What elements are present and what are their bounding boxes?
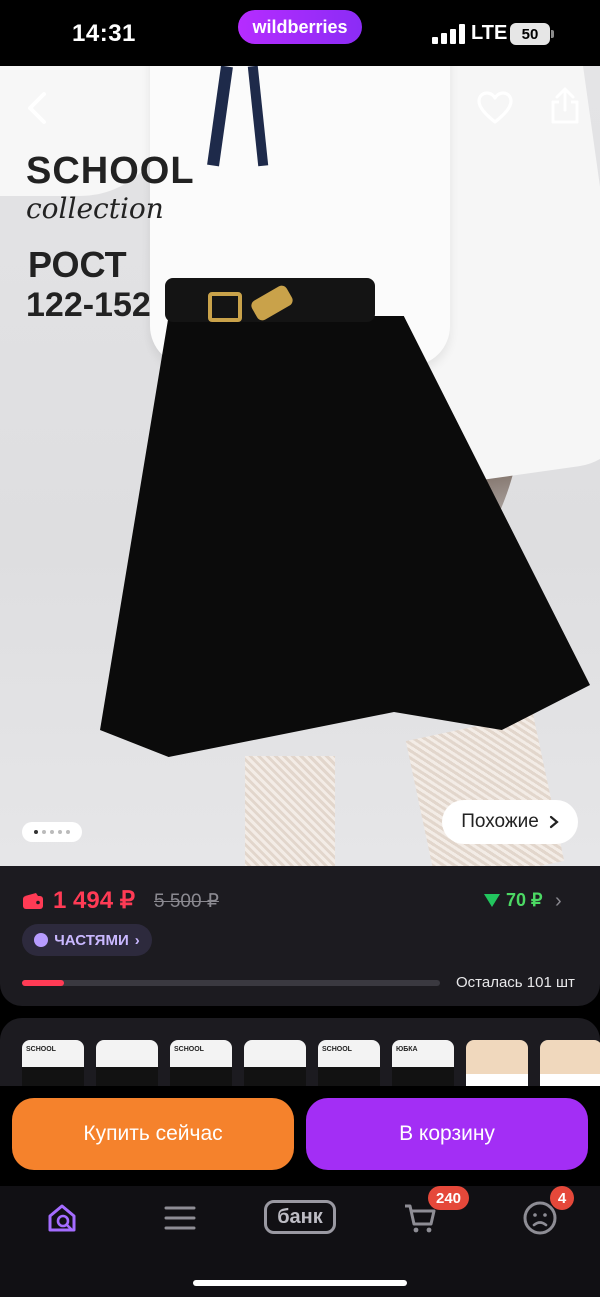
tab-home[interactable] — [40, 1198, 84, 1238]
pager-dot — [58, 830, 62, 834]
product-image[interactable]: SCHOOL collection РОСТ 122-152 Похожие — [0, 66, 600, 866]
chevron-right-icon: › — [134, 931, 140, 949]
signal-icon — [432, 24, 466, 44]
status-bar: 14:31 wildberries LTE 50 — [0, 0, 600, 66]
similar-label: Похожие — [461, 811, 539, 832]
banner-title: SCHOOL — [26, 150, 195, 192]
cashback-button[interactable]: 70 ₽ — [484, 890, 542, 911]
chevron-left-icon — [28, 92, 46, 124]
current-price: 1 494 ₽ — [53, 887, 135, 914]
cashback-value: 70 ₽ — [506, 890, 543, 910]
home-search-icon — [48, 1204, 76, 1232]
similar-button[interactable]: Похожие — [442, 800, 578, 844]
action-bar: Купить сейчас В корзину — [0, 1086, 600, 1186]
back-button[interactable] — [20, 88, 56, 128]
cart-badge: 240 — [428, 1186, 470, 1210]
image-pager[interactable] — [22, 822, 82, 842]
chevron-right-icon[interactable]: › — [555, 890, 562, 913]
pager-dot — [34, 830, 38, 834]
menu-icon — [164, 1206, 196, 1230]
thumbnail-caption: SCHOOL — [26, 1046, 56, 1053]
battery-tip — [551, 30, 554, 38]
stock-progress-fill — [22, 980, 64, 986]
battery-icon: 50 — [510, 23, 550, 45]
share-icon — [551, 87, 579, 124]
thumbnail-caption: SCHOOL — [174, 1046, 204, 1053]
banner-height-label: РОСТ — [28, 244, 127, 285]
tab-bar: банк 240 4 — [0, 1186, 600, 1297]
stock-remaining: Осталась 101 шт — [456, 974, 575, 991]
buckle-shape — [208, 292, 242, 322]
thumbnail-caption: ЮБКА — [396, 1046, 418, 1053]
chevron-right-icon — [549, 815, 559, 829]
status-time: 14:31 — [72, 20, 136, 47]
wallet-icon — [23, 893, 43, 909]
arrow-down-icon — [484, 894, 500, 907]
buy-now-button[interactable]: Купить сейчас — [12, 1098, 294, 1170]
banner-height-range: 122-152 — [26, 286, 151, 324]
stock-progress — [22, 980, 440, 986]
pager-dot — [66, 830, 70, 834]
pie-icon — [34, 933, 49, 947]
heart-icon — [477, 91, 513, 124]
old-price: 5 500 ₽ — [154, 891, 219, 912]
installments-button[interactable]: ЧАСТЯМИ › — [22, 924, 152, 956]
thumbnail-caption: SCHOOL — [322, 1046, 352, 1053]
profile-badge: 4 — [550, 1186, 574, 1210]
price-section: 1 494 ₽ 5 500 ₽ 70 ₽ › ЧАСТЯМИ › Осталас… — [0, 866, 600, 1006]
tab-bank[interactable]: банк — [264, 1200, 336, 1234]
share-button[interactable] — [548, 86, 582, 126]
brand-logo[interactable]: wildberries — [238, 10, 362, 44]
network-label: LTE — [471, 22, 508, 44]
favorite-button[interactable] — [476, 90, 514, 126]
home-indicator[interactable] — [193, 1280, 407, 1286]
leg-shape — [245, 756, 335, 866]
pager-dot — [50, 830, 54, 834]
add-to-cart-button[interactable]: В корзину — [306, 1098, 588, 1170]
installments-label: ЧАСТЯМИ — [54, 931, 129, 949]
tab-catalog[interactable] — [158, 1198, 202, 1238]
banner-subtitle: collection — [26, 192, 164, 225]
pager-dot — [42, 830, 46, 834]
